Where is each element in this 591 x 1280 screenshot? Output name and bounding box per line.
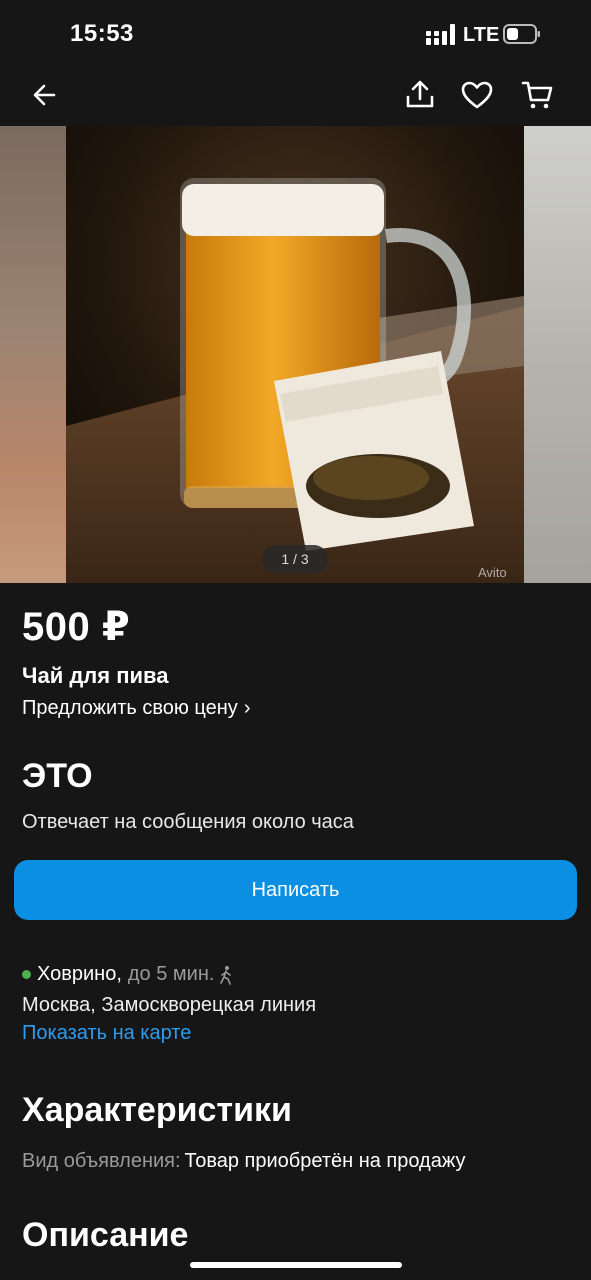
back-button[interactable] [28, 78, 62, 112]
arrow-left-icon [33, 84, 56, 106]
status-time: 15:53 [70, 20, 134, 47]
gallery-counter: 1 / 3 [262, 545, 328, 573]
watermark-text: Avito [478, 565, 507, 580]
travel-time: до 5 мин. [127, 963, 215, 985]
battery-icon [503, 24, 540, 44]
cart-icon [521, 81, 553, 109]
offer-price-link[interactable]: Предложить свою цену › [22, 697, 250, 720]
gallery-next-image[interactable] [524, 126, 591, 583]
share-icon [406, 80, 434, 108]
gallery-previous-image[interactable] [0, 126, 66, 583]
city-address: Москва, Замоскворецкая линия [22, 994, 317, 1016]
listing-title: Чай для пива [22, 663, 169, 688]
spec-row: Вид объявления: Товар приобретён на прода… [22, 1150, 465, 1173]
walking-icon [220, 965, 232, 985]
nav-bar [0, 64, 591, 126]
status-bar: 15:53 LTE [0, 0, 591, 64]
description-heading: Описание [22, 1216, 189, 1254]
seller-name[interactable]: ЭТО [22, 757, 93, 796]
offer-price-label: Предложить свою цену [22, 697, 238, 719]
chevron-right-icon: › [243, 697, 251, 719]
write-message-button[interactable]: Написать [14, 860, 577, 920]
favorite-button[interactable] [460, 78, 494, 112]
specs-heading: Характеристики [22, 1091, 292, 1129]
metro-line-dot-icon [22, 970, 31, 979]
spec-value: Товар приобретён на продажу [184, 1150, 466, 1172]
seller-reply-time: Отвечает на сообщения около часа [22, 811, 354, 833]
spec-key: Вид объявления: [22, 1150, 181, 1172]
share-button[interactable] [403, 78, 437, 112]
home-indicator[interactable] [190, 1262, 402, 1268]
metro-station-name: Ховрино, [37, 963, 122, 985]
image-gallery[interactable]: Avito 1 / 3 [0, 126, 591, 583]
product-photo[interactable]: Avito [66, 126, 524, 583]
cart-button[interactable] [520, 78, 554, 112]
signal-icon [426, 24, 455, 45]
metro-station: Ховрино, до 5 мин. [22, 963, 234, 986]
show-on-map-link[interactable]: Показать на карте [22, 1022, 191, 1045]
network-type: LTE [463, 24, 500, 46]
heart-icon [461, 81, 493, 109]
listing-price: 500 ₽ [22, 605, 131, 649]
